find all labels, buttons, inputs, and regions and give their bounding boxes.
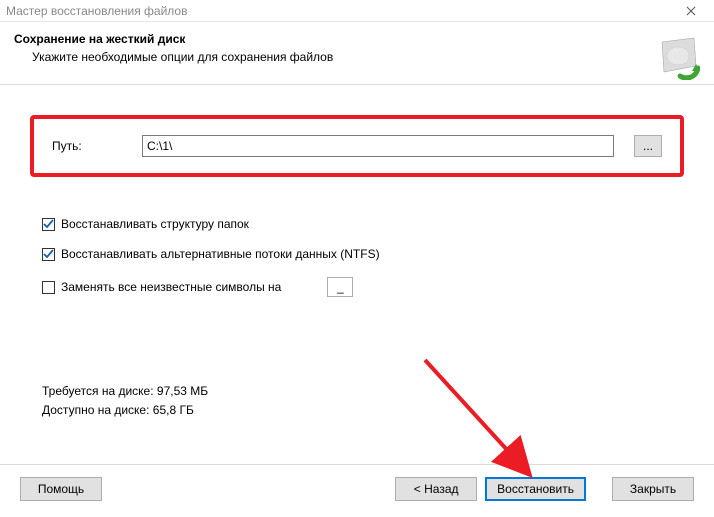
disk-stats: Требуется на диске: 97,53 МБ Доступно на… (42, 382, 208, 420)
window-title: Мастер восстановления файлов (6, 4, 674, 18)
close-window-button[interactable] (674, 1, 708, 21)
path-highlight-box: Путь: ... (30, 115, 684, 177)
page-title: Сохранение на жесткий диск (14, 32, 700, 46)
options-group: Восстанавливать структуру папок Восстана… (42, 217, 684, 297)
wizard-footer: Помощь < Назад Восстановить Закрыть (0, 464, 714, 513)
restore-ads-checkbox[interactable] (42, 248, 55, 261)
titlebar: Мастер восстановления файлов (0, 0, 714, 22)
required-space-value: 97,53 МБ (157, 384, 208, 398)
replace-unknown-row: Заменять все неизвестные символы на (42, 277, 684, 297)
hard-drive-icon (656, 36, 700, 80)
back-button[interactable]: < Назад (395, 477, 477, 501)
help-button[interactable]: Помощь (20, 477, 102, 501)
page-subtitle: Укажите необходимые опции для сохранения… (32, 50, 700, 64)
restore-ads-label: Восстанавливать альтернативные потоки да… (61, 247, 380, 261)
restore-folders-row: Восстанавливать структуру папок (42, 217, 684, 231)
available-space-label: Доступно на диске: (42, 403, 149, 417)
restore-folders-label: Восстанавливать структуру папок (61, 217, 249, 231)
wizard-body: Путь: ... Восстанавливать структуру папо… (0, 84, 714, 464)
restore-folders-checkbox[interactable] (42, 218, 55, 231)
wizard-header: Сохранение на жесткий диск Укажите необх… (0, 22, 714, 84)
replace-unknown-label: Заменять все неизвестные символы на (61, 280, 281, 294)
browse-button[interactable]: ... (634, 135, 662, 157)
path-label: Путь: (52, 139, 122, 153)
replace-char-input[interactable] (327, 277, 353, 297)
required-space-row: Требуется на диске: 97,53 МБ (42, 382, 208, 401)
replace-unknown-checkbox[interactable] (42, 281, 55, 294)
required-space-label: Требуется на диске: (42, 384, 154, 398)
close-icon (686, 6, 696, 16)
restore-ads-row: Восстанавливать альтернативные потоки да… (42, 247, 684, 261)
checkmark-icon (43, 249, 54, 260)
path-input[interactable] (142, 135, 614, 157)
available-space-row: Доступно на диске: 65,8 ГБ (42, 401, 208, 420)
recover-button[interactable]: Восстановить (485, 477, 586, 501)
checkmark-icon (43, 219, 54, 230)
available-space-value: 65,8 ГБ (153, 403, 194, 417)
close-button[interactable]: Закрыть (612, 477, 694, 501)
